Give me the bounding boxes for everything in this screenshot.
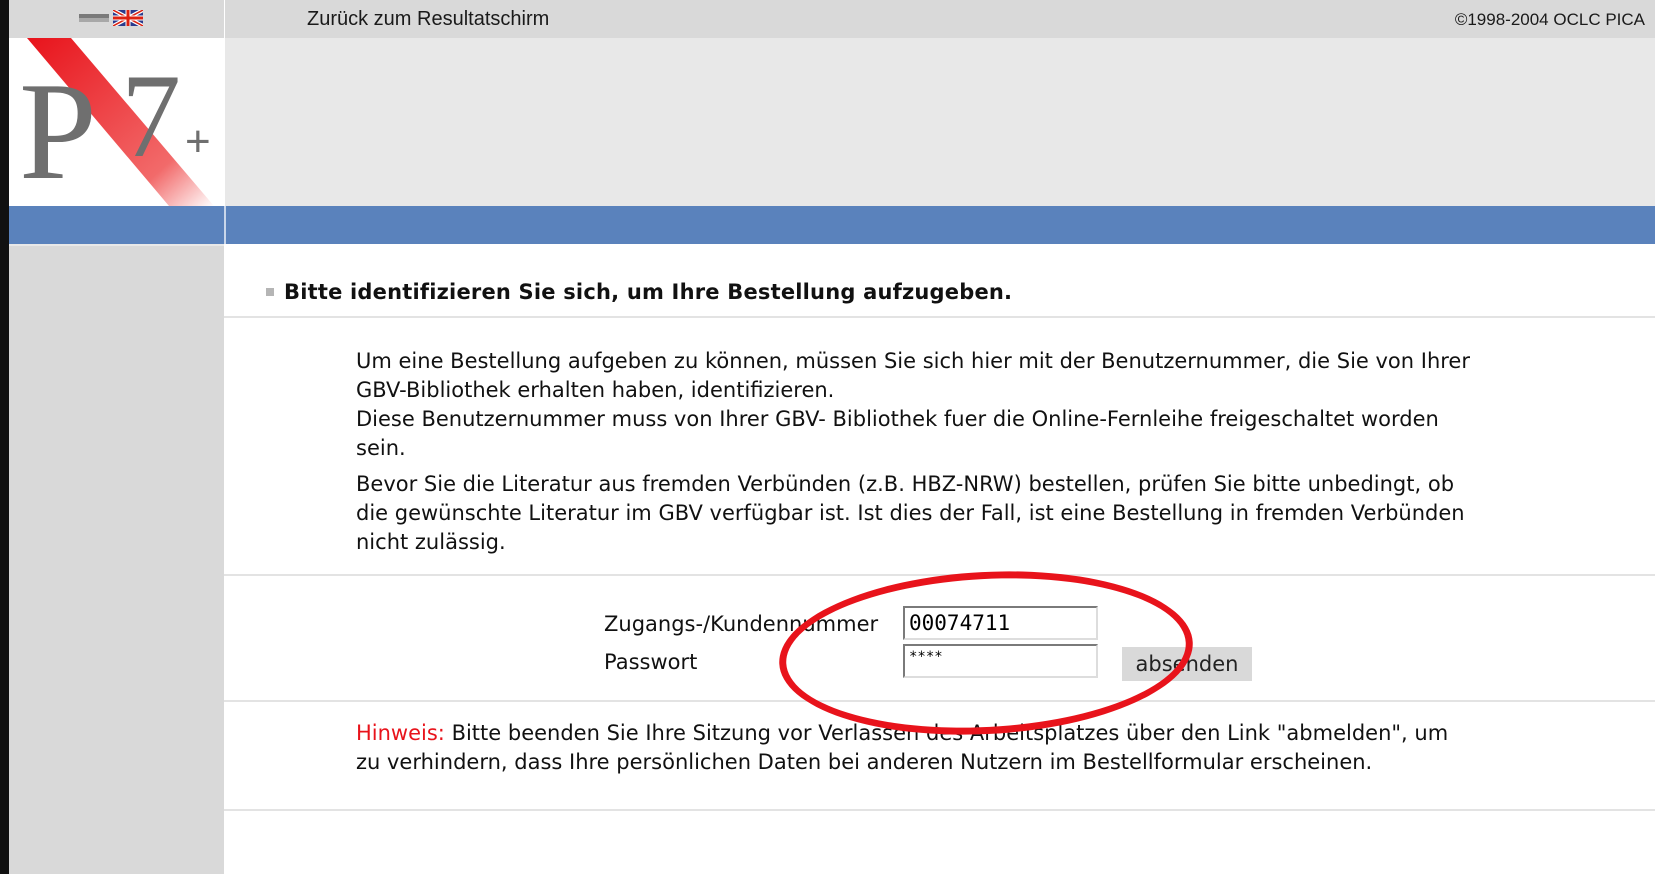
svg-text:P: P xyxy=(19,54,97,206)
divider xyxy=(224,574,1655,576)
bullet-icon xyxy=(266,288,274,296)
intro-line: sein. xyxy=(356,436,406,460)
left-sidebar-panel xyxy=(9,244,224,874)
main-content: Bitte identifizieren Sie sich, um Ihre B… xyxy=(224,244,1655,874)
copyright-notice: ©1998-2004 OCLC PICA xyxy=(1454,10,1645,29)
submit-button[interactable]: absenden xyxy=(1122,647,1252,681)
browser-frame: P 7 + Zurück zum Resultatschirm ©1998-20… xyxy=(9,0,1655,874)
svg-text:7: 7 xyxy=(121,49,181,182)
hint-label: Hinweis: xyxy=(356,721,445,745)
hint-line-text: Bitte beenden Sie Ihre Sitzung vor Verla… xyxy=(444,721,1449,745)
intro-line: Um eine Bestellung aufgeben zu können, m… xyxy=(356,349,1470,373)
page-title: Bitte identifizieren Sie sich, um Ihre B… xyxy=(284,280,1013,304)
back-to-results-link[interactable]: Zurück zum Resultatschirm xyxy=(307,8,549,31)
p7-logo: P 7 + xyxy=(9,38,224,209)
warning-line: Bevor Sie die Literatur aus fremden Verb… xyxy=(356,472,1455,496)
warning-line: die gewünschte Literatur im GBV verfügba… xyxy=(356,501,1465,525)
password-input[interactable]: **** xyxy=(903,644,1098,678)
p7-logo-graphic: P 7 + xyxy=(19,38,214,209)
language-flags xyxy=(79,10,143,26)
german-flag-icon[interactable] xyxy=(79,14,109,22)
stripe-separator xyxy=(224,206,226,244)
warning-text: Bevor Sie die Literatur aus fremden Verb… xyxy=(356,470,1655,557)
blue-divider-stripe xyxy=(9,206,1655,244)
warning-line: nicht zulässig. xyxy=(356,530,506,554)
divider xyxy=(224,809,1655,811)
user-number-label: Zugangs-/Kundennummer xyxy=(604,612,879,636)
divider xyxy=(224,316,1655,318)
intro-line: GBV-Bibliothek erhalten haben, identifiz… xyxy=(356,378,835,402)
header-banner-area xyxy=(224,38,1655,206)
hint-line: zu verhindern, dass Ihre persönlichen Da… xyxy=(356,750,1373,774)
user-number-input[interactable]: 00074711 xyxy=(903,606,1098,640)
uk-flag-icon[interactable] xyxy=(113,10,143,26)
hint-line: Hinweis: Bitte beenden Sie Ihre Sitzung … xyxy=(356,719,1655,748)
svg-text:+: + xyxy=(185,117,211,166)
section-heading: Bitte identifizieren Sie sich, um Ihre B… xyxy=(266,280,1012,304)
intro-text: Um eine Bestellung aufgeben zu können, m… xyxy=(356,347,1655,463)
top-navigation-bar: Zurück zum Resultatschirm ©1998-2004 OCL… xyxy=(224,0,1655,38)
intro-line: Diese Benutzernummer muss von Ihrer GBV-… xyxy=(356,407,1439,431)
divider xyxy=(224,700,1655,702)
password-label: Passwort xyxy=(604,650,698,674)
hint-text: Hinweis: Bitte beenden Sie Ihre Sitzung … xyxy=(356,719,1655,777)
